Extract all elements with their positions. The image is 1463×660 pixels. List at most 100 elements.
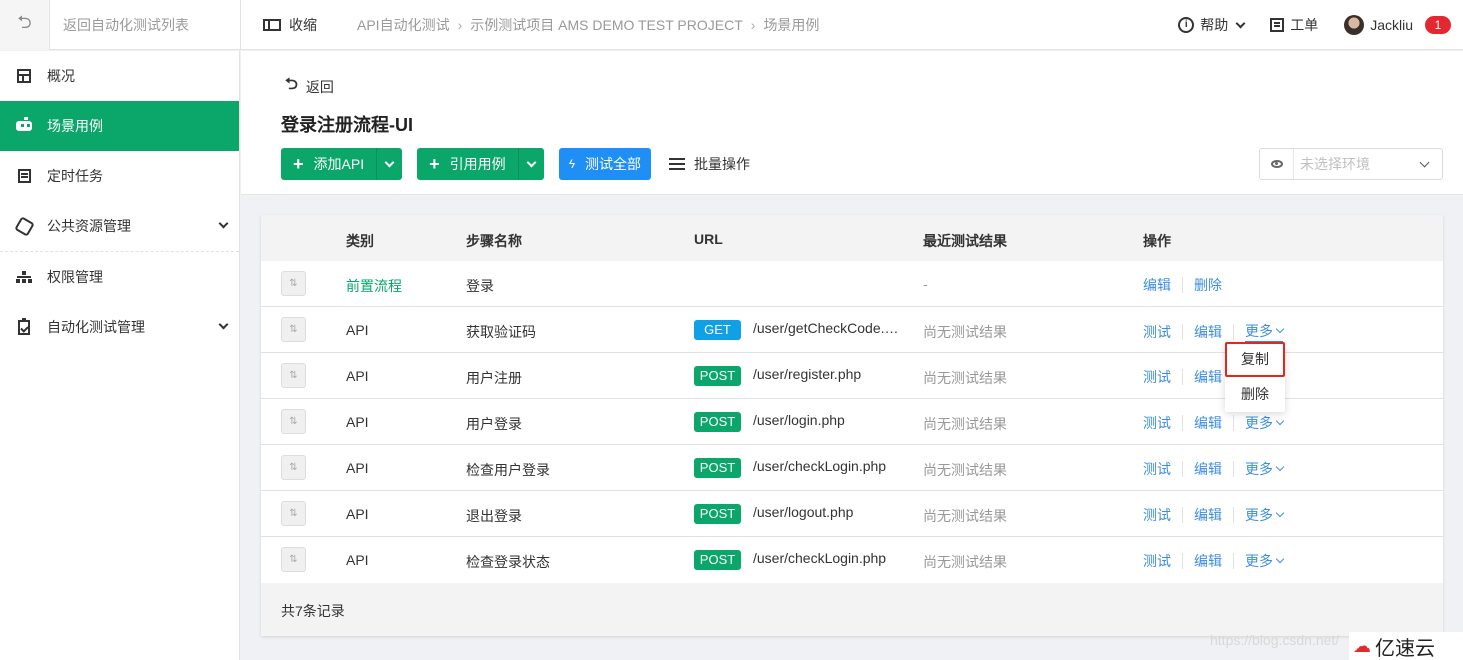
- breadcrumb-item[interactable]: API自动化测试: [357, 15, 450, 35]
- sidebar-collapse-icon: [263, 19, 281, 31]
- sidebar-item-permissions[interactable]: 权限管理: [0, 252, 239, 302]
- divider: [1182, 369, 1183, 385]
- back-to-list-link[interactable]: 返回自动化测试列表: [63, 0, 189, 50]
- edit-link[interactable]: 编辑: [1143, 275, 1171, 295]
- cell-test-result: 尚无测试结果: [923, 462, 1007, 478]
- test-link[interactable]: 测试: [1143, 413, 1171, 433]
- edit-link[interactable]: 编辑: [1194, 551, 1222, 571]
- more-dropdown-menu: 复制 删除: [1225, 342, 1285, 412]
- cell-step-name: 检查登录状态: [466, 554, 550, 570]
- edit-link[interactable]: 编辑: [1194, 322, 1222, 342]
- help-label: 帮助: [1200, 17, 1229, 33]
- notification-badge[interactable]: 1: [1425, 16, 1451, 34]
- edit-link[interactable]: 编辑: [1194, 505, 1222, 525]
- cell-test-result: 尚无测试结果: [923, 370, 1007, 386]
- breadcrumb-item[interactable]: 示例测试项目 AMS DEMO TEST PROJECT: [470, 15, 743, 35]
- divider: [1182, 461, 1183, 477]
- breadcrumb: API自动化测试 › 示例测试项目 AMS DEMO TEST PROJECT …: [357, 0, 819, 50]
- test-link[interactable]: 测试: [1143, 459, 1171, 479]
- edit-link[interactable]: 编辑: [1194, 413, 1222, 433]
- drag-handle-icon[interactable]: ⇅: [281, 455, 306, 480]
- cell-step-name: 检查用户登录: [466, 462, 550, 478]
- test-link[interactable]: 测试: [1143, 505, 1171, 525]
- test-link[interactable]: 测试: [1143, 322, 1171, 342]
- cell-category: API: [346, 414, 369, 430]
- test-link[interactable]: 测试: [1143, 367, 1171, 387]
- cell-test-result: 尚无测试结果: [923, 554, 1007, 570]
- chevron-down-icon: [1275, 462, 1285, 472]
- steps-table: 类别 步骤名称 URL 最近测试结果 操作 ⇅ 前置流程 登录 - 编辑 删除 ⇅ API 获取…: [261, 215, 1443, 636]
- chevron-down-icon: [1275, 324, 1285, 334]
- test-link[interactable]: 测试: [1143, 551, 1171, 571]
- add-api-button[interactable]: + 添加API: [281, 148, 376, 180]
- avatar: [1344, 15, 1365, 35]
- delete-link[interactable]: 删除: [1194, 275, 1222, 295]
- more-dropdown-button[interactable]: 更多: [1245, 413, 1285, 433]
- more-dropdown-button[interactable]: 更多: [1245, 505, 1285, 525]
- method-badge: POST: [694, 412, 741, 432]
- sidebar-item-label: 定时任务: [47, 168, 103, 184]
- chevron-down-icon: [384, 157, 395, 167]
- reference-case-button[interactable]: + 引用用例: [417, 148, 518, 180]
- column-header-result: 最近测试结果: [923, 233, 1007, 249]
- reference-case-label: 引用用例: [449, 156, 506, 172]
- back-arrow-button[interactable]: ⮌: [0, 0, 50, 50]
- add-api-dropdown-toggle[interactable]: [376, 148, 402, 180]
- divider: [1182, 277, 1183, 293]
- chevron-down-icon: [526, 157, 537, 167]
- sidebar-item-overview[interactable]: 概况: [0, 51, 239, 101]
- divider: [1182, 507, 1183, 523]
- back-button[interactable]: ⮌ 返回: [285, 73, 334, 100]
- menu-item-delete[interactable]: 删除: [1225, 377, 1285, 412]
- ticket-label: 工单: [1290, 17, 1319, 33]
- page-header: ⮌ 返回 登录注册流程-UI + 添加API + 引用用例 ϟ 测试全部 批量操…: [241, 51, 1463, 195]
- reference-case-dropdown-toggle[interactable]: [517, 148, 544, 180]
- user-menu[interactable]: Jackliu 1: [1344, 15, 1451, 35]
- divider: [1233, 461, 1234, 477]
- sidebar-item-automation-management[interactable]: 自动化测试管理: [0, 302, 239, 352]
- menu-item-copy[interactable]: 复制: [1225, 342, 1285, 377]
- cell-url: /user/login.php: [753, 412, 845, 428]
- sidebar-item-label: 权限管理: [47, 269, 103, 285]
- ticket-button[interactable]: 工单: [1270, 15, 1318, 35]
- environment-select[interactable]: 未选择环境: [1259, 148, 1443, 180]
- edit-link[interactable]: 编辑: [1194, 459, 1222, 479]
- batch-operation-label: 批量操作: [693, 156, 750, 172]
- more-dropdown-button[interactable]: 更多: [1245, 321, 1285, 342]
- cell-actions: 测试 编辑 更多: [1143, 551, 1285, 571]
- drag-handle-icon[interactable]: ⇅: [281, 409, 306, 434]
- sidebar-item-public-resources[interactable]: 公共资源管理: [0, 201, 239, 251]
- drag-handle-icon[interactable]: ⇅: [281, 317, 306, 342]
- collapse-button[interactable]: 收缩: [263, 0, 317, 50]
- org-tree-icon: [16, 271, 32, 283]
- cell-category[interactable]: 前置流程: [346, 276, 402, 296]
- cell-test-result: 尚无测试结果: [923, 324, 1007, 340]
- more-dropdown-button[interactable]: 更多: [1245, 459, 1285, 479]
- robot-icon: [16, 117, 32, 131]
- sidebar-item-scenario-cases[interactable]: 场景用例: [0, 101, 239, 151]
- user-name: Jackliu: [1370, 17, 1413, 33]
- chevron-down-icon: [1235, 18, 1246, 28]
- eye-icon: [1260, 149, 1294, 179]
- sidebar-item-scheduled-tasks[interactable]: 定时任务: [0, 151, 239, 201]
- help-menu[interactable]: i 帮助: [1178, 15, 1246, 35]
- cell-category: API: [346, 552, 369, 568]
- drag-handle-icon[interactable]: ⇅: [281, 547, 306, 572]
- cell-category: API: [346, 322, 369, 338]
- more-dropdown-button[interactable]: 更多: [1245, 551, 1285, 571]
- record-count: 共7条记录: [281, 603, 345, 619]
- clipboard-icon: [18, 317, 30, 335]
- edit-link[interactable]: 编辑: [1194, 367, 1222, 387]
- more-label: 更多: [1245, 553, 1273, 569]
- cell-step-name: 获取验证码: [466, 324, 536, 340]
- divider: [1182, 415, 1183, 431]
- batch-operation-button[interactable]: 批量操作: [668, 154, 750, 174]
- reference-case-split-button: + 引用用例: [417, 148, 544, 180]
- test-all-button[interactable]: ϟ 测试全部: [558, 148, 651, 180]
- column-header-step-name: 步骤名称: [466, 233, 522, 249]
- divider: [1182, 323, 1183, 340]
- drag-handle-icon[interactable]: ⇅: [281, 501, 306, 526]
- sidebar: 概况 场景用例 定时任务 公共资源管理 权限管理 自动化测试管理: [0, 51, 240, 660]
- drag-handle-icon[interactable]: ⇅: [281, 363, 306, 388]
- drag-handle-icon[interactable]: ⇅: [281, 271, 306, 296]
